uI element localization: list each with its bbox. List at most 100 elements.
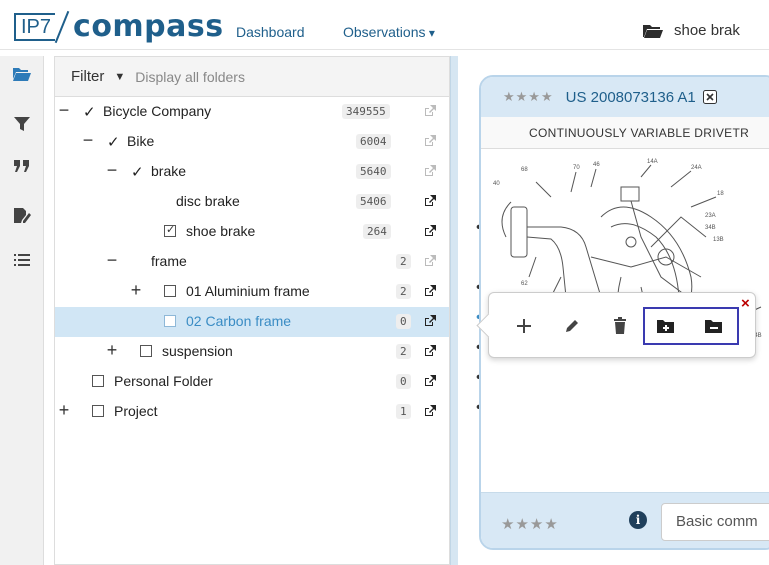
rating-stars[interactable]: ★★★★ — [501, 515, 559, 533]
external-link-icon[interactable] — [423, 314, 437, 328]
document-title: CONTINUOUSLY VARIABLE DRIVETR — [529, 126, 750, 140]
tree-row-label: Bicycle Company — [103, 103, 212, 119]
external-link-icon[interactable] — [423, 134, 437, 148]
collapse-toggle[interactable]: − — [105, 251, 119, 269]
external-link-icon[interactable] — [423, 194, 437, 208]
folder-checkbox[interactable] — [92, 405, 104, 417]
tree-row-label: Bike — [127, 133, 155, 149]
external-link-icon[interactable] — [423, 254, 437, 268]
filter-bar: Filter ▼ Display all folders — [55, 57, 449, 97]
external-link-icon[interactable] — [423, 164, 437, 178]
folder-checkbox[interactable] — [164, 315, 176, 327]
nav-dashboard-link[interactable]: Dashboard — [236, 24, 305, 40]
folder-checkbox[interactable] — [164, 223, 176, 237]
list-icon[interactable] — [12, 250, 32, 270]
count-badge: 5640 — [356, 164, 391, 179]
count-badge: 264 — [363, 224, 391, 239]
folder-checkbox[interactable] — [164, 285, 176, 297]
folder-panel: Filter ▼ Display all folders − ✓ Bicycle… — [54, 56, 491, 565]
tree-row[interactable]: + Project 1 ••• — [55, 397, 491, 427]
comment-input[interactable]: Basic comm — [661, 503, 769, 541]
count-badge: 5406 — [356, 194, 391, 209]
patent-number-link[interactable]: US 2008073136 A1 — [566, 89, 696, 106]
svg-text:14A: 14A — [647, 159, 658, 165]
close-icon[interactable]: × — [741, 296, 750, 311]
external-link-icon[interactable] — [423, 344, 437, 358]
external-link-icon[interactable] — [423, 224, 437, 238]
filter-label[interactable]: Filter — [55, 68, 114, 85]
nav-observations-dropdown[interactable]: Observations — [343, 24, 435, 40]
trash-icon[interactable] — [609, 315, 631, 337]
tree-row-label: frame — [151, 253, 187, 269]
document-icon[interactable] — [702, 89, 718, 105]
quote-icon[interactable] — [12, 156, 32, 176]
left-icon-rail — [0, 56, 44, 565]
count-badge: 349555 — [342, 104, 390, 119]
tree-row[interactable]: Personal Folder 0 ••• — [55, 367, 491, 397]
count-badge: 0 — [396, 374, 411, 389]
folder-actions-highlight — [643, 307, 739, 345]
top-bar: IP7 compass Dashboard Observations shoe … — [0, 0, 769, 50]
logo-slash — [55, 12, 71, 42]
svg-text:13B: 13B — [713, 237, 724, 243]
count-badge: 2 — [396, 344, 411, 359]
count-badge: 0 — [396, 314, 411, 329]
external-link-icon[interactable] — [423, 404, 437, 418]
folder-checkbox[interactable] — [140, 345, 152, 357]
signature-icon[interactable] — [12, 206, 32, 226]
expand-toggle[interactable]: + — [57, 401, 71, 419]
tree-row[interactable]: − ✓ Bike 6004 — [55, 127, 449, 157]
pencil-icon[interactable] — [561, 315, 583, 337]
svg-text:23A: 23A — [705, 213, 716, 219]
document-card-footer: ★★★★ i Basic comm — [481, 492, 769, 548]
tree-row-label: 02 Carbon frame — [186, 313, 292, 329]
check-icon: ✓ — [131, 164, 144, 181]
folder-open-icon — [643, 24, 663, 38]
svg-text:40: 40 — [493, 181, 500, 187]
logo-wordmark: compass — [73, 9, 224, 44]
current-folder-name: shoe brak — [674, 22, 740, 39]
svg-text:70: 70 — [573, 165, 580, 171]
tree-row-label: shoe brake — [186, 223, 256, 239]
count-badge: 1 — [396, 404, 411, 419]
app-logo[interactable]: IP7 compass — [14, 12, 224, 42]
check-icon: ✓ — [83, 104, 96, 121]
tree-row[interactable]: shoe brake 264 ••• — [55, 217, 491, 247]
info-icon[interactable]: i — [629, 511, 647, 529]
collapse-toggle[interactable]: − — [57, 101, 71, 119]
filter-select[interactable]: Display all folders — [135, 69, 245, 85]
collapse-toggle[interactable]: − — [105, 161, 119, 179]
plus-icon[interactable] — [513, 315, 535, 337]
svg-text:68: 68 — [521, 167, 528, 173]
tree-row[interactable]: − frame 2 — [55, 247, 449, 277]
rating-stars[interactable]: ★★★★ — [503, 89, 554, 105]
tree-row[interactable]: + 01 Aluminium frame 2 ••• — [55, 277, 491, 307]
tree-row[interactable]: + suspension 2 ••• — [55, 337, 491, 367]
tree-row[interactable]: − ✓ brake 5640 — [55, 157, 449, 187]
svg-text:46: 46 — [593, 162, 600, 168]
tree-row-label: 01 Aluminium frame — [186, 283, 310, 299]
count-badge: 6004 — [356, 134, 391, 149]
external-link-icon[interactable] — [423, 104, 437, 118]
external-link-icon[interactable] — [423, 374, 437, 388]
folder-open-icon[interactable] — [12, 64, 32, 84]
chevron-down-icon[interactable]: ▼ — [114, 71, 125, 83]
tree-row-label: disc brake — [176, 193, 240, 209]
tree-row[interactable]: disc brake 5406 — [55, 187, 449, 217]
filter-icon[interactable] — [12, 114, 32, 134]
document-card-header: ★★★★ US 2008073136 A1 — [481, 77, 769, 117]
tree-row[interactable]: − ✓ Bicycle Company 349555 — [55, 97, 449, 127]
folder-tree: − ✓ Bicycle Company 349555 − ✓ Bike 6004… — [55, 97, 491, 427]
svg-text:62: 62 — [521, 281, 528, 287]
panel-splitter[interactable] — [450, 56, 458, 565]
tree-row-selected[interactable]: 02 Carbon frame 0 ••• — [55, 307, 491, 337]
expand-toggle[interactable]: + — [105, 341, 119, 359]
expand-toggle[interactable]: + — [129, 281, 143, 299]
collapse-toggle[interactable]: − — [81, 131, 95, 149]
document-title-bar: CONTINUOUSLY VARIABLE DRIVETR — [481, 117, 769, 149]
folder-checkbox[interactable] — [92, 375, 104, 387]
current-folder-breadcrumb[interactable]: shoe brak — [642, 22, 740, 39]
tree-row-label: suspension — [162, 343, 233, 359]
external-link-icon[interactable] — [423, 284, 437, 298]
count-badge: 2 — [396, 254, 411, 269]
